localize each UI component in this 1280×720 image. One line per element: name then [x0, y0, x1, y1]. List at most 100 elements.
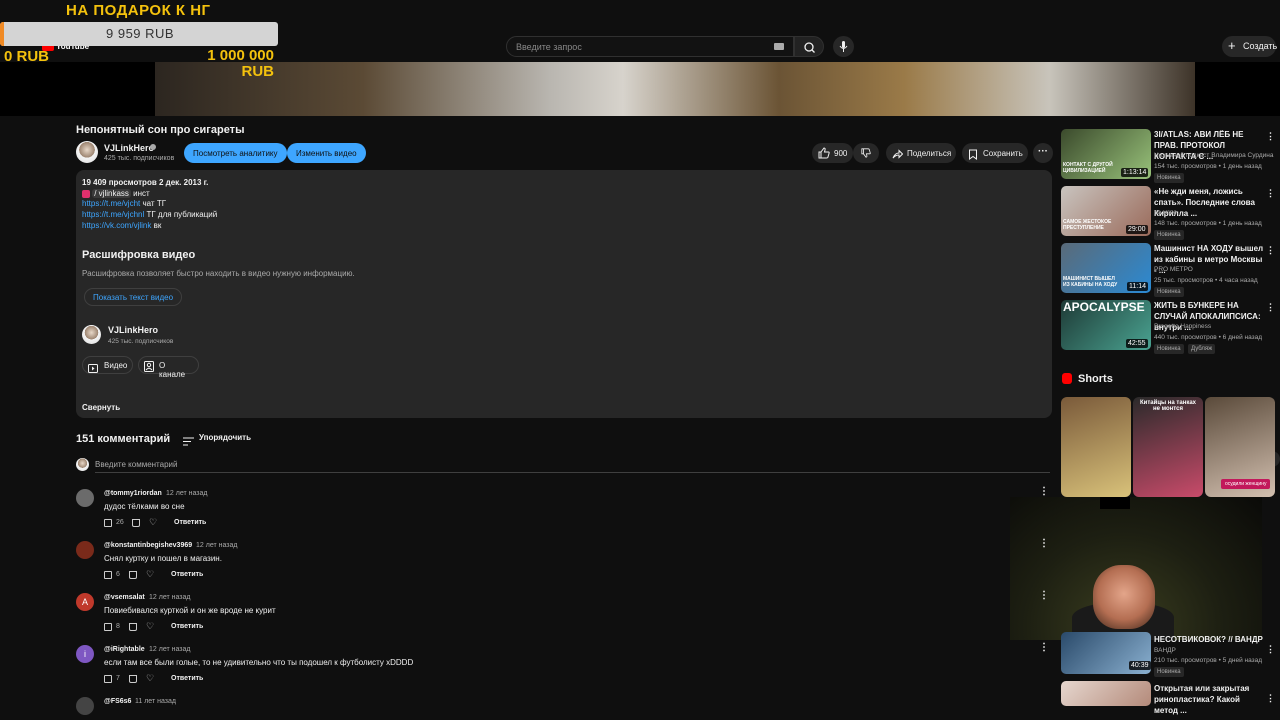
description-box[interactable] [76, 170, 1052, 418]
telegram-channel-link[interactable]: https://t.me/vjchnl [82, 210, 144, 219]
related-video-menu-icon[interactable]: ⋮ [1266, 693, 1275, 704]
related-video-channel[interactable]: Progetto Happiness [1154, 323, 1211, 330]
related-video-channel[interactable]: ВАНДР [1154, 647, 1176, 654]
comment-menu-icon[interactable]: ⋮ [1039, 642, 1049, 653]
related-video-duration: 1:13:14 [1121, 168, 1149, 177]
related-video-channel[interactable]: во мгле. [1154, 209, 1179, 216]
related-video-badge: Новинка [1154, 287, 1184, 297]
vk-link[interactable]: https://vk.com/vjlink [82, 221, 151, 230]
related-video-channel[interactable]: Неземной подкаст Владимира Сурдина [1154, 152, 1274, 159]
donation-goal-title: НА ПОДАРОК К НГ [66, 2, 211, 19]
related-video-meta: 154 тыс. просмотров • 1 день назад [1154, 163, 1262, 170]
shorts-title: Shorts [1078, 373, 1113, 385]
comment-avatar[interactable]: A [76, 593, 94, 611]
collapse-description-button[interactable]: Свернуть [82, 403, 120, 412]
short-thumbnail[interactable] [1133, 397, 1203, 497]
dislike-button[interactable] [853, 143, 879, 163]
comment-author[interactable]: @konstantinbegishev3969 [104, 542, 192, 549]
sort-icon[interactable] [183, 433, 194, 451]
keyboard-icon[interactable] [774, 43, 784, 50]
comment-author[interactable]: @iRightable [104, 646, 145, 653]
thumb-down-icon [861, 148, 871, 158]
comment-menu-icon[interactable]: ⋮ [1039, 590, 1049, 601]
channel-avatar[interactable] [76, 141, 98, 163]
comment-heart-icon[interactable]: ♡ [146, 673, 154, 684]
instagram-icon [82, 189, 90, 198]
mic-icon [839, 41, 848, 52]
video-play-icon [88, 360, 98, 378]
comment-dislike-icon[interactable] [132, 519, 140, 527]
description-channel-avatar[interactable] [82, 325, 101, 344]
related-video-thumbnail[interactable] [1061, 681, 1151, 706]
comment-avatar[interactable]: i [76, 645, 94, 663]
comment-dislike-icon[interactable] [129, 571, 137, 579]
comment-time[interactable]: 12 лет назад [166, 490, 208, 497]
comment-author[interactable]: @vsemsalat [104, 594, 145, 601]
comment-author[interactable]: @FS6s6 [104, 698, 131, 705]
related-video-title[interactable]: Открытая или закрытая ринопластика? Како… [1154, 683, 1264, 716]
videos-label: Видео [104, 361, 128, 370]
comment-menu-icon[interactable]: ⋮ [1039, 538, 1049, 549]
related-thumbnail-text: APOCALYPSE [1063, 300, 1145, 314]
search-input[interactable]: Введите запрос [506, 36, 794, 57]
edit-video-button[interactable]: Изменить видео [287, 143, 366, 163]
comment-avatar[interactable] [76, 541, 94, 559]
related-video-menu-icon[interactable]: ⋮ [1266, 188, 1275, 199]
comment-reply-button[interactable]: Ответить [174, 519, 206, 526]
show-transcript-button[interactable]: Показать текст видео [84, 288, 183, 306]
share-label: Поделиться [907, 149, 952, 158]
comment-time[interactable]: 12 лет назад [196, 542, 238, 549]
related-video-title[interactable]: НЕСОТВИКОВОК? // ВАНДР [1154, 634, 1264, 645]
channel-name[interactable]: VJLinkHero [104, 143, 154, 153]
comment-author[interactable]: @tommy1riordan [104, 490, 162, 497]
comment-time[interactable]: 12 лет назад [149, 646, 191, 653]
description-line-2-suffix: чат ТГ [142, 199, 167, 208]
related-video-duration: 11:14 [1127, 282, 1148, 291]
voice-search-button[interactable] [833, 36, 854, 57]
comment-dislike-icon[interactable] [129, 623, 137, 631]
telegram-chat-link[interactable]: https://t.me/vjcht [82, 199, 140, 208]
comment-text: если там все были голые, то не удивитель… [104, 658, 414, 667]
comment-like-count: 7 [116, 675, 120, 682]
comment-like-icon[interactable] [104, 623, 112, 631]
comment-like-icon[interactable] [104, 519, 112, 527]
webcam-person-head [1093, 565, 1155, 629]
search-icon [804, 42, 815, 53]
comment-reply-button[interactable]: Ответить [171, 571, 203, 578]
comment-like-icon[interactable] [104, 675, 112, 683]
related-video-dub-badge: Дубляж [1188, 344, 1216, 354]
comment-reply-button[interactable]: Ответить [171, 623, 203, 630]
person-icon [144, 359, 154, 377]
comment-like-count: 6 [116, 571, 120, 578]
transcript-title: Расшифровка видео [82, 249, 196, 261]
comment-avatar[interactable] [76, 489, 94, 507]
related-video-badge: Новинка [1154, 230, 1184, 240]
related-video-menu-icon[interactable]: ⋮ [1266, 131, 1275, 142]
related-video-channel[interactable]: PRO МЕТРО [1154, 266, 1193, 273]
comment-heart-icon[interactable]: ♡ [146, 621, 154, 632]
video-frame[interactable] [155, 62, 1195, 116]
more-actions-button[interactable]: ··· [1033, 143, 1053, 163]
related-video-meta: 210 тыс. просмотров • 5 дней назад [1154, 657, 1263, 664]
comment-time[interactable]: 12 лет назад [149, 594, 191, 601]
comment-heart-icon[interactable]: ♡ [146, 569, 154, 580]
description-line-1-suffix: инст [133, 189, 150, 198]
related-video-menu-icon[interactable]: ⋮ [1266, 302, 1275, 313]
comment-time[interactable]: 11 лет назад [135, 698, 176, 705]
comment-dislike-icon[interactable] [129, 675, 137, 683]
current-user-avatar [76, 458, 89, 471]
related-video-menu-icon[interactable]: ⋮ [1266, 644, 1275, 655]
search-button[interactable] [794, 36, 824, 57]
related-video-menu-icon[interactable]: ⋮ [1266, 245, 1275, 256]
sort-comments-button[interactable]: Упорядочить [199, 433, 251, 442]
comment-avatar[interactable] [76, 697, 94, 715]
comment-menu-icon[interactable]: ⋮ [1039, 486, 1049, 497]
description-channel-name[interactable]: VJLinkHero [108, 325, 158, 335]
comment-input[interactable]: Введите комментарий [95, 460, 177, 469]
comment-like-icon[interactable] [104, 571, 112, 579]
analytics-button[interactable]: Посмотреть аналитику [184, 143, 287, 163]
comment-reply-button[interactable]: Ответить [171, 675, 203, 682]
comment-heart-icon[interactable]: ♡ [149, 517, 157, 528]
instagram-link[interactable]: / vjlinkass [92, 189, 131, 198]
short-thumbnail[interactable] [1061, 397, 1131, 497]
